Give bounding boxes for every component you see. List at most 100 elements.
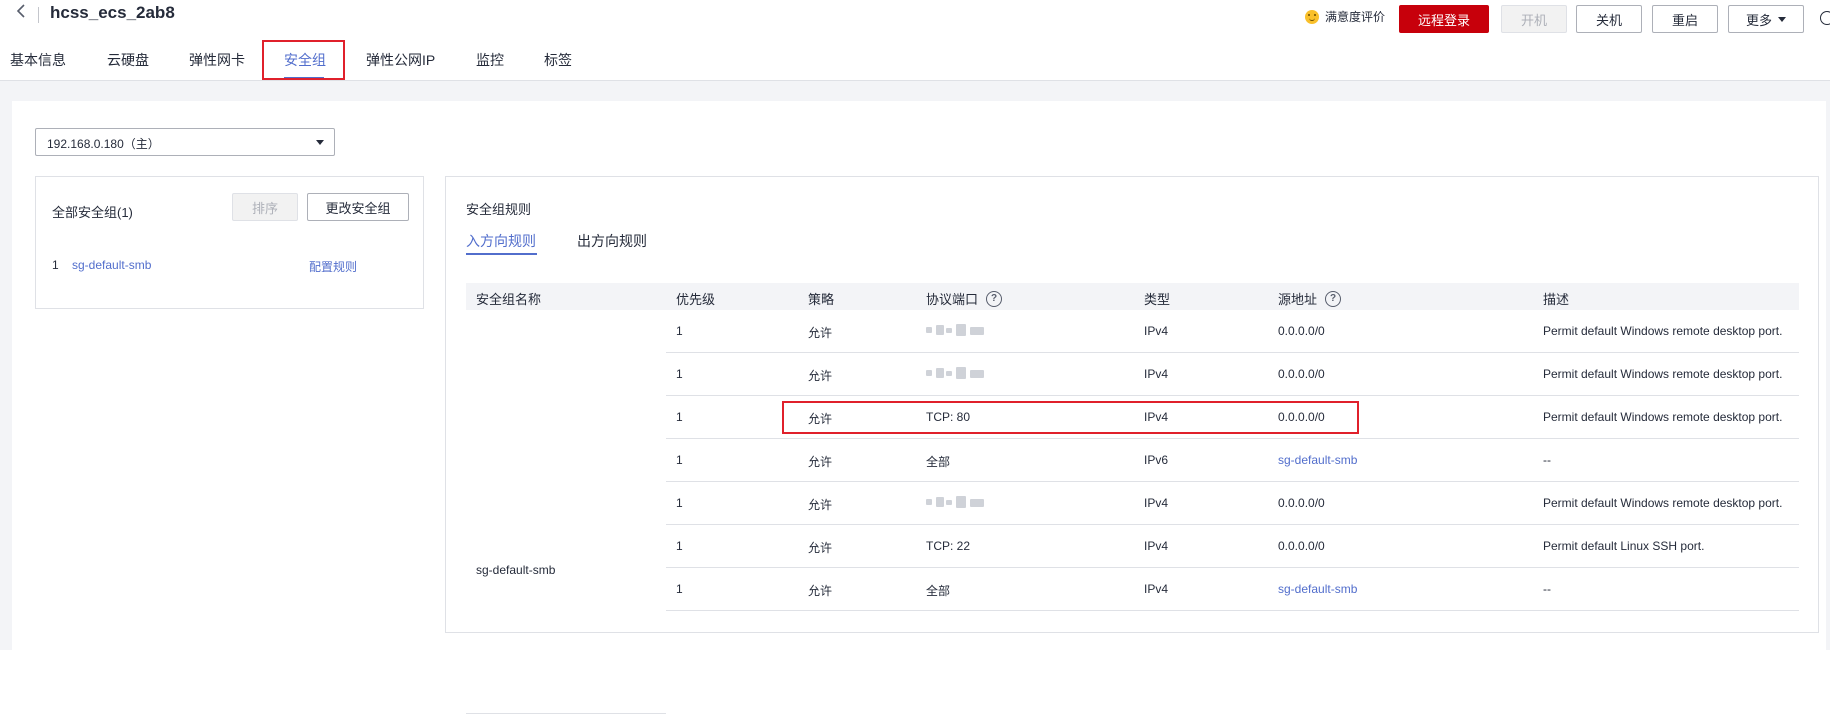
start-label: 开机 — [1520, 12, 1547, 28]
source-cell: 0.0.0.0/0 — [1278, 539, 1325, 553]
shutdown-button[interactable]: 关机 — [1576, 5, 1642, 33]
description-cell: Permit default Windows remote desktop po… — [1543, 410, 1783, 424]
rules-title: 安全组规则 — [466, 202, 532, 217]
change-security-group-button[interactable]: 更改安全组 — [307, 193, 409, 221]
tab-nic[interactable]: 弹性网卡 — [189, 50, 245, 70]
chevron-left-icon[interactable] — [16, 4, 32, 24]
priority-cell: 1 — [676, 410, 683, 424]
rating-link[interactable]: 满意度评价 — [1305, 8, 1385, 25]
shutdown-label: 关机 — [1595, 12, 1622, 28]
column-header-label: 协议端口 — [926, 292, 979, 307]
security-group-link[interactable]: sg-default-smb — [72, 258, 151, 272]
source-cell: 0.0.0.0/0 — [1278, 367, 1325, 381]
tab-inbound-rules[interactable]: 入方向规则 — [466, 231, 536, 251]
nic-select-value: 192.168.0.180（主） — [47, 137, 160, 151]
chevron-down-icon — [316, 140, 324, 145]
blurred-port-cell — [926, 324, 988, 339]
start-button[interactable]: 开机 — [1501, 5, 1567, 33]
type-cell: IPv4 — [1144, 539, 1169, 553]
tab-tags[interactable]: 标签 — [544, 50, 572, 70]
description-cell: -- — [1543, 453, 1551, 467]
highlight-box-tab — [262, 40, 345, 80]
search-icon[interactable] — [1818, 7, 1830, 35]
page-header: hcss_ecs_2ab8 满意度评价 远程登录 开机 关机 重启 更多 — [0, 0, 1830, 35]
help-icon[interactable]: ? — [1325, 290, 1342, 307]
blurred-text — [926, 367, 988, 379]
column-header-label: 描述 — [1543, 292, 1570, 307]
column-header-label: 策略 — [808, 292, 835, 307]
rating-label: 满意度评价 — [1325, 10, 1386, 24]
policy-cell: 允许 — [808, 584, 833, 598]
column-header-priority: 优先级 — [676, 289, 715, 308]
policy-cell: 允许 — [808, 541, 833, 555]
type-cell: IPv4 — [1144, 496, 1169, 510]
table-row: 1 允许 全部 IPv4 sg-default-smb -- — [666, 568, 1799, 611]
remote-login-label: 远程登录 — [1417, 12, 1470, 28]
restart-button[interactable]: 重启 — [1652, 5, 1718, 33]
type-cell: IPv6 — [1144, 453, 1169, 467]
tab-eip[interactable]: 弹性公网IP — [366, 50, 435, 70]
description-cell: Permit default Windows remote desktop po… — [1543, 496, 1783, 510]
source-cell: 0.0.0.0/0 — [1278, 496, 1325, 510]
nic-select[interactable]: 192.168.0.180（主） — [35, 128, 335, 156]
tab-outbound-rules[interactable]: 出方向规则 — [577, 231, 647, 251]
blurred-port-cell — [926, 367, 988, 382]
priority-cell: 1 — [676, 453, 683, 467]
highlight-box-row — [782, 401, 1359, 434]
priority-cell: 1 — [676, 582, 683, 596]
configure-rules-link[interactable]: 配置规则 — [309, 258, 357, 275]
description-cell: -- — [1543, 582, 1551, 596]
column-header-protocol-port: 协议端口? — [926, 289, 1003, 308]
source-cell: 0.0.0.0/0 — [1278, 324, 1325, 338]
header-divider — [38, 7, 39, 23]
description-cell: Permit default Windows remote desktop po… — [1543, 324, 1783, 338]
help-icon[interactable]: ? — [986, 290, 1003, 307]
blurred-text — [926, 496, 988, 508]
policy-cell: 允许 — [808, 498, 833, 512]
priority-cell: 1 — [676, 324, 683, 338]
type-cell: IPv4 — [1144, 582, 1169, 596]
table-row: 1 允许 全部 IPv6 sg-default-smb -- — [666, 439, 1799, 482]
table-row: 1 允许 IPv4 0.0.0.0/0 Permit default Windows r… — [666, 310, 1799, 353]
active-subtab-underline — [466, 253, 537, 255]
tab-monitor[interactable]: 监控 — [476, 50, 504, 70]
list-item-index: 1 — [52, 258, 59, 272]
column-header-label: 类型 — [1144, 292, 1171, 307]
source-sg-link[interactable]: sg-default-smb — [1278, 582, 1357, 596]
policy-cell: 允许 — [808, 326, 833, 340]
change-security-group-label: 更改安全组 — [325, 200, 391, 216]
policy-cell: 允许 — [808, 455, 833, 469]
table-row: 1 允许 IPv4 0.0.0.0/0 Permit default Windows r… — [666, 353, 1799, 396]
security-group-count-title: 全部安全组(1) — [52, 205, 133, 220]
column-header-type: 类型 — [1144, 289, 1170, 308]
more-label: 更多 — [1745, 12, 1772, 28]
table-row: 1 允许 IPv4 0.0.0.0/0 Permit default Windows r… — [666, 482, 1799, 525]
content-left-gutter — [0, 101, 12, 650]
source-sg-link[interactable]: sg-default-smb — [1278, 453, 1357, 467]
column-header-policy: 策略 — [808, 289, 834, 308]
column-header-description: 描述 — [1543, 289, 1569, 308]
remote-login-button[interactable]: 远程登录 — [1399, 5, 1489, 33]
content-right-gutter — [1826, 101, 1830, 650]
page-title: hcss_ecs_2ab8 — [50, 3, 175, 22]
table-row: 1 允许 TCP: 22 IPv4 0.0.0.0/0 Permit default Li… — [666, 525, 1799, 568]
column-header-label: 安全组名称 — [476, 292, 542, 307]
priority-cell: 1 — [676, 539, 683, 553]
column-header-label: 优先级 — [676, 292, 716, 307]
sg-name-cell: sg-default-smb — [476, 563, 556, 577]
column-header-label: 源地址 — [1278, 292, 1318, 307]
type-cell: IPv4 — [1144, 367, 1169, 381]
tab-cloud-disk[interactable]: 云硬盘 — [107, 50, 149, 70]
restart-label: 重启 — [1671, 12, 1698, 28]
column-header-source: 源地址? — [1278, 289, 1342, 308]
protocol-port-cell: 全部 — [926, 455, 951, 469]
priority-cell: 1 — [676, 496, 683, 510]
tab-basic-info[interactable]: 基本信息 — [10, 50, 66, 70]
priority-cell: 1 — [676, 367, 683, 381]
more-button[interactable]: 更多 — [1728, 5, 1804, 33]
sort-button[interactable]: 排序 — [232, 193, 298, 221]
protocol-port-cell: 全部 — [926, 584, 951, 598]
chevron-down-icon — [1778, 16, 1786, 22]
description-cell: Permit default Windows remote desktop po… — [1543, 367, 1783, 381]
type-cell: IPv4 — [1144, 324, 1169, 338]
